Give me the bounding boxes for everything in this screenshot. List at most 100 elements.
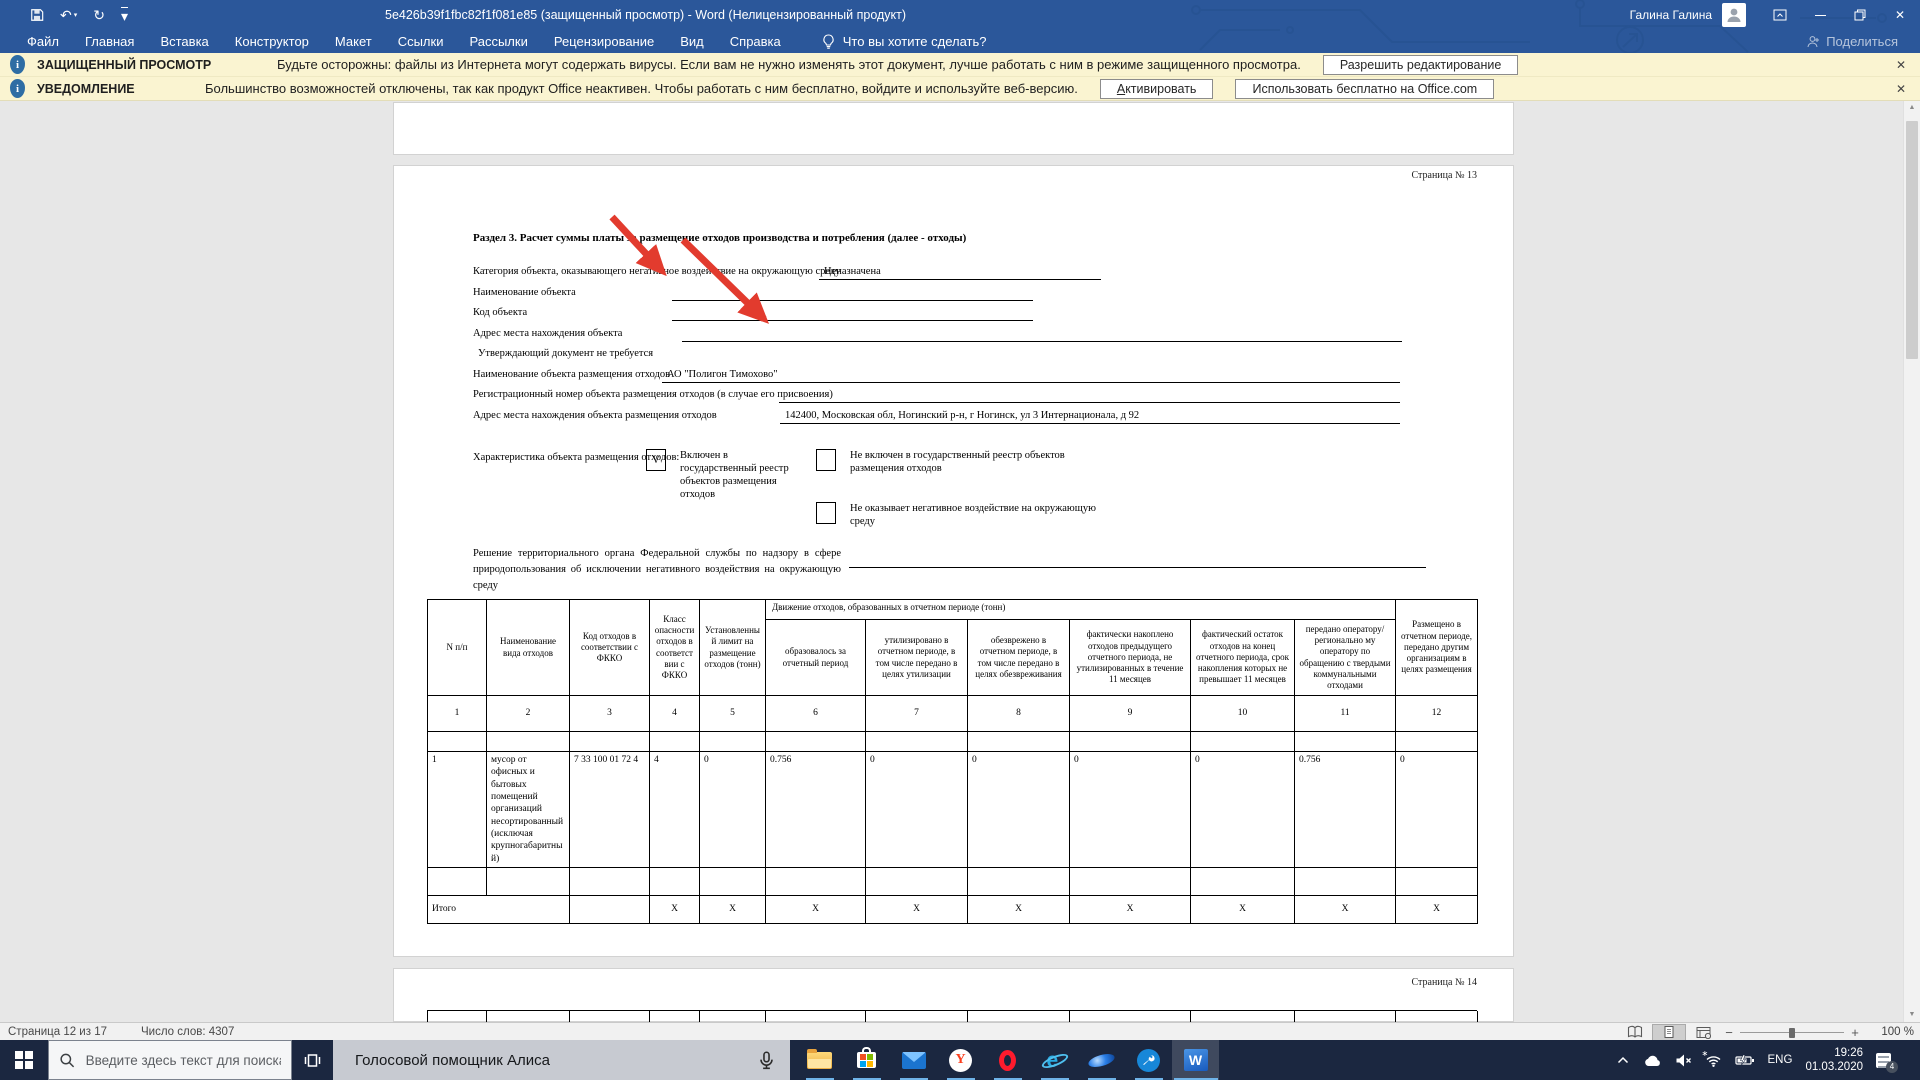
taskbar-app-opera[interactable] [984,1040,1031,1080]
lightbulb-icon [822,34,835,49]
ribbon-tab-1[interactable]: Главная [72,30,147,53]
empty-cell [570,896,650,924]
zoom-slider[interactable] [1740,1024,1844,1041]
empty-cell [968,732,1070,752]
tell-me-box[interactable]: Что вы хотите сделать? [822,34,987,49]
form-field-row: Наименование объекта размещения отходовА… [394,369,1515,385]
empty-cell [1070,732,1191,752]
word-count[interactable]: Число слов: 4307 [141,1026,234,1038]
zoom-out-button[interactable]: − [1720,1025,1738,1040]
empty-cell [570,868,650,896]
ribbon-tab-9[interactable]: Справка [717,30,794,53]
taskbar-app-word[interactable]: W [1172,1040,1219,1080]
form-field-row: Утверждающий документ не требуется [394,348,1515,364]
taskbar-app-file-explorer[interactable] [796,1040,843,1080]
ribbon-tab-3[interactable]: Конструктор [222,30,322,53]
onedrive-cloud-icon[interactable] [1643,1053,1662,1068]
restore-button[interactable] [1840,0,1880,30]
taskbar-app-microsoft-store[interactable] [843,1040,890,1080]
read-mode-button[interactable] [1618,1024,1652,1041]
search-placeholder: Введите здесь текст для поиска [86,1053,281,1068]
clock[interactable]: 19:26 01.03.2020 [1805,1046,1863,1075]
page14-table-top-border [427,1010,1477,1022]
share-button[interactable]: Поделиться [1807,34,1898,49]
taskbar-search-box[interactable]: Введите здесь текст для поиска [48,1040,292,1080]
checkbox-unchecked [816,502,836,524]
ribbon-tab-6[interactable]: Рассылки [456,30,540,53]
zoom-level[interactable]: 100 % [1870,1026,1914,1038]
activate-button[interactable]: Активировать [1100,79,1214,99]
action-center-icon[interactable]: 4 [1876,1052,1893,1069]
hidden-icons-chevron-icon[interactable] [1616,1054,1630,1066]
empty-cell [650,868,700,896]
ribbon-tab-file[interactable]: Файл [14,30,72,53]
column-number: 2 [487,696,570,732]
microphone-icon[interactable] [757,1051,776,1070]
taskbar-app-service-tool[interactable] [1125,1040,1172,1080]
table-column-tick [865,1011,866,1022]
scrollbar-thumb[interactable] [1906,121,1918,359]
taskbar-app-yandex-disk[interactable] [1078,1040,1125,1080]
start-button[interactable] [0,1040,48,1080]
person-icon [1807,35,1820,48]
form-field-row: Наименование объекта [394,287,1515,303]
scroll-down-icon[interactable]: ▼ [1904,1006,1920,1022]
web-layout-button[interactable] [1686,1024,1720,1041]
checkbox-label: Не оказывает негативное воздействие на о… [850,502,1096,528]
battery-charging-icon[interactable] [1735,1054,1755,1067]
total-x-cell: X [1396,896,1478,924]
ribbon-tab-7[interactable]: Рецензирование [541,30,667,53]
column-number: 12 [1396,696,1478,732]
column-number: 6 [766,696,866,732]
taskbar-app-internet-explorer[interactable]: e [1031,1040,1078,1080]
volume-muted-icon[interactable] [1675,1053,1692,1068]
zoom-in-button[interactable]: + [1846,1025,1864,1040]
undo-caret-icon[interactable]: ▾ [74,12,78,19]
notification-label: УВЕДОМЛЕНИЕ [37,82,205,96]
file-explorer-icon [807,1052,832,1069]
task-view-button[interactable] [292,1040,333,1080]
user-name[interactable]: Галина Галина [1630,8,1712,22]
table-column-tick [699,1011,700,1022]
ribbon-tab-8[interactable]: Вид [667,30,717,53]
ribbon-tab-2[interactable]: Вставка [147,30,221,53]
total-x-cell: X [968,896,1070,924]
language-indicator[interactable]: ENG [1768,1054,1793,1066]
vertical-scrollbar[interactable]: ▲ ▼ [1903,99,1920,1022]
page-indicator[interactable]: Страница 12 из 17 [8,1026,107,1038]
column-header: Код отходов в соответствии с ФККО [570,600,650,696]
ribbon-tab-4[interactable]: Макет [322,30,385,53]
data-cell: 0 [1396,752,1478,868]
notification-bar-close-icon[interactable]: ✕ [1896,82,1906,96]
status-right: − + 100 % [1618,1024,1914,1041]
print-layout-button[interactable] [1652,1024,1686,1041]
table-column-tick [649,1011,650,1022]
enable-editing-button[interactable]: Разрешить редактирование [1323,55,1518,75]
undo-icon[interactable]: ↶▾ [60,8,77,22]
alisa-voice-assistant-panel[interactable]: Голосовой помощник Алиса [333,1040,790,1080]
avatar[interactable] [1722,3,1746,27]
protected-bar-close-icon[interactable]: ✕ [1896,58,1906,72]
field-label: Адрес места нахождения объекта [473,328,622,339]
empty-cell [1295,868,1396,896]
system-tray: ∗ ENG 19:26 01.03.2020 4 [1616,1040,1920,1080]
field-underline [819,279,1101,280]
close-button[interactable]: ✕ [1880,0,1920,30]
use-free-online-button[interactable]: Использовать бесплатно на Office.com [1235,79,1494,99]
scroll-up-icon[interactable]: ▲ [1904,99,1920,115]
taskbar-app-yandex-browser[interactable]: Y [937,1040,984,1080]
minimize-button[interactable] [1800,0,1840,30]
customize-qat-icon[interactable]: ▾ [121,7,128,23]
taskbar-app-mail[interactable] [890,1040,937,1080]
column-header: Размещено в отчетном периоде, передано д… [1396,600,1478,696]
network-wifi-icon[interactable]: ∗ [1705,1053,1722,1067]
redo-icon[interactable]: ↻ [93,8,105,22]
movement-header: Движение отходов, образованных в отчетно… [766,600,1396,620]
notification-info-icon: i [10,79,25,98]
ribbon-tab-5[interactable]: Ссылки [385,30,457,53]
ribbon-display-options-icon[interactable] [1760,0,1800,30]
total-x-cell: X [1191,896,1295,924]
zoom-slider-thumb[interactable] [1789,1028,1795,1038]
save-icon[interactable] [30,8,44,22]
ribbon-tabs: ФайлГлавнаяВставкаКонструкторМакетСсылки… [14,30,794,53]
